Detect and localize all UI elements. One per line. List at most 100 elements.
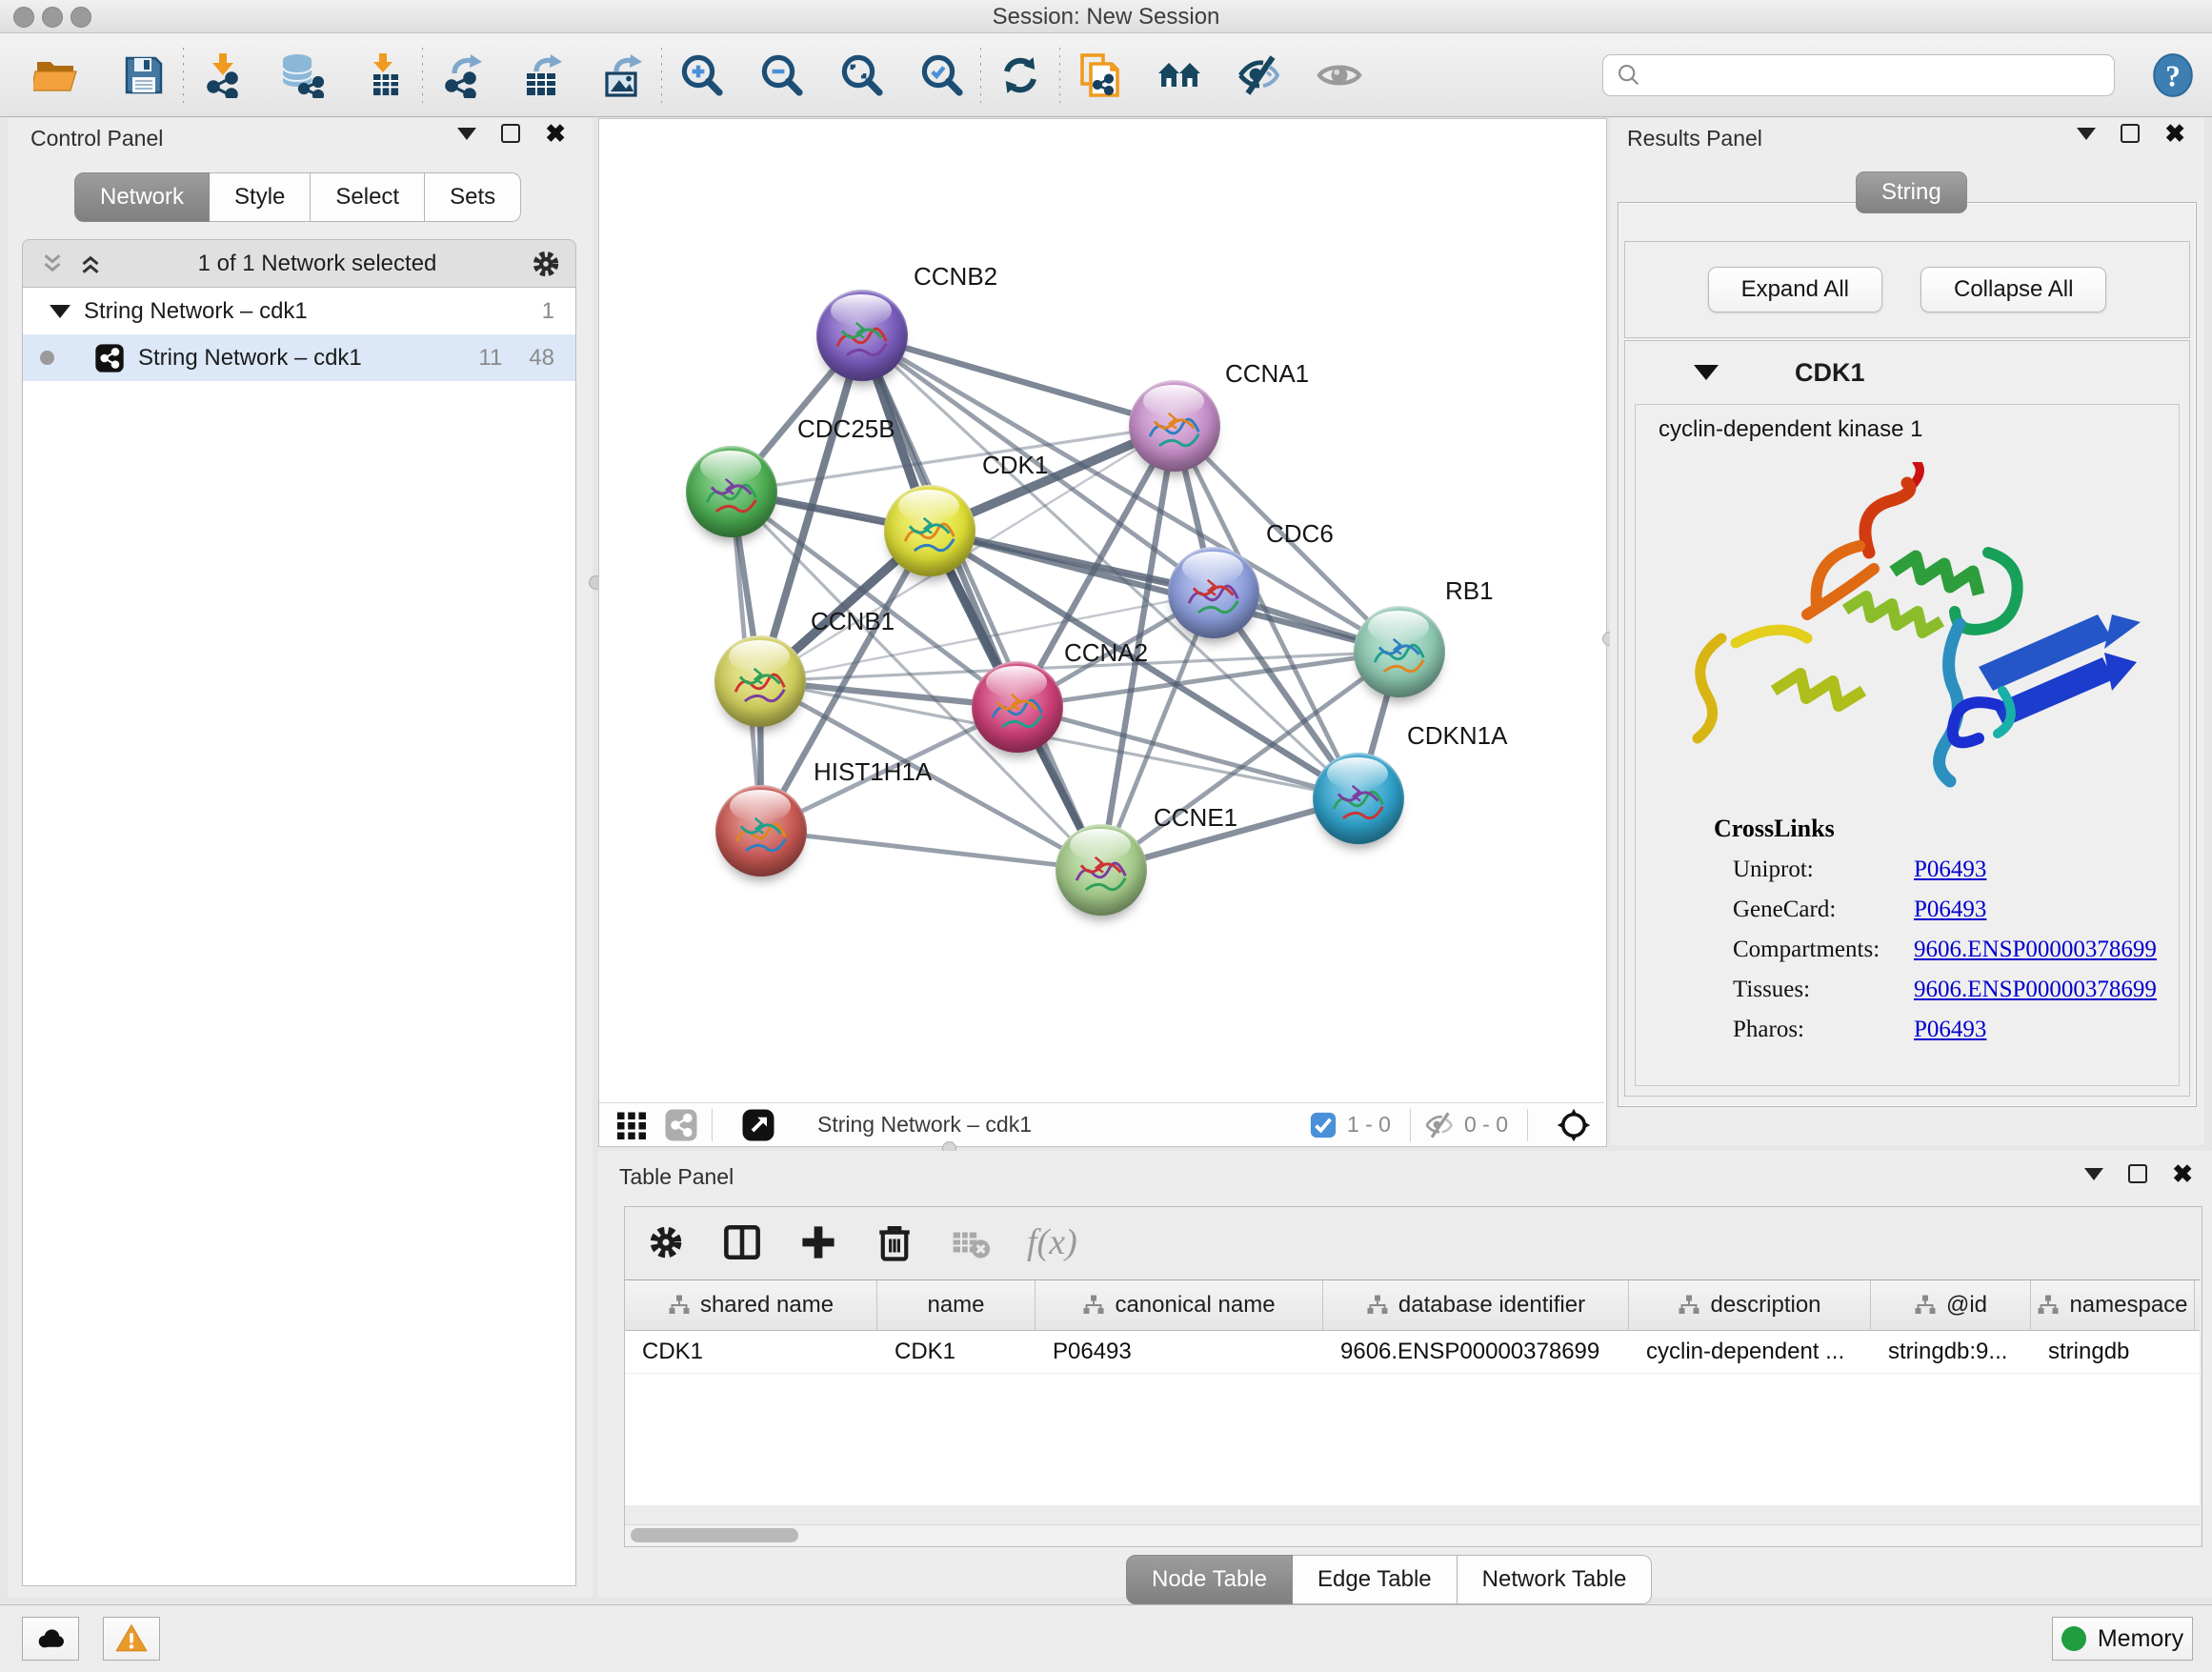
- close-panel-icon[interactable]: ✖: [2164, 126, 2185, 141]
- import-network-from-database-button[interactable]: [275, 48, 331, 103]
- crosslink-link[interactable]: 9606.ENSP00000378699: [1914, 937, 2157, 963]
- open-session-button[interactable]: [29, 48, 84, 103]
- network-node-CDKN1A[interactable]: [1313, 753, 1404, 844]
- tab-sets[interactable]: Sets: [425, 172, 521, 222]
- zoom-fit-content-button[interactable]: [834, 48, 889, 103]
- show-all-button[interactable]: [1312, 48, 1367, 103]
- function-builder-icon[interactable]: f(x): [1027, 1221, 1077, 1263]
- tab-network[interactable]: Network: [74, 172, 210, 222]
- delete-column-icon[interactable]: [875, 1222, 915, 1262]
- zoom-out-button[interactable]: [754, 48, 809, 103]
- tab-network-table[interactable]: Network Table: [1458, 1555, 1653, 1604]
- network-node-CCNB2[interactable]: [816, 290, 908, 381]
- add-column-icon[interactable]: [798, 1222, 838, 1262]
- column-header-namespace[interactable]: namespace: [2031, 1280, 2195, 1330]
- crosslink-link[interactable]: 9606.ENSP00000378699: [1914, 977, 2157, 1003]
- tab-select[interactable]: Select: [311, 172, 425, 222]
- expand-all-button[interactable]: Expand All: [1708, 267, 1882, 312]
- table-row[interactable]: CDK1CDK1P064939606.ENSP00000378699cyclin…: [625, 1331, 2200, 1374]
- collapse-all-button[interactable]: Collapse All: [1920, 267, 2106, 312]
- memory-status-button[interactable]: Memory: [2052, 1617, 2193, 1661]
- tab-style[interactable]: Style: [210, 172, 311, 222]
- network-node-CCNE1[interactable]: [1056, 824, 1147, 916]
- section-collapse-caret-icon[interactable]: [1694, 365, 1719, 380]
- table-cell[interactable]: P06493: [1036, 1331, 1323, 1373]
- close-panel-icon[interactable]: ✖: [545, 126, 566, 141]
- collapse-panel-icon[interactable]: [2077, 128, 2096, 140]
- crosslink-link[interactable]: P06493: [1914, 896, 1986, 923]
- export-network-button[interactable]: [434, 48, 490, 103]
- birdseye-navigator-icon[interactable]: [1557, 1108, 1591, 1142]
- column-header-at-id[interactable]: @id: [1871, 1280, 2031, 1330]
- hide-selected-button[interactable]: [1232, 48, 1287, 103]
- share-network-icon[interactable]: [664, 1108, 698, 1142]
- network-node-RB1[interactable]: [1354, 606, 1445, 697]
- tree-expand-caret-icon[interactable]: [50, 305, 70, 318]
- first-neighbors-button[interactable]: [1152, 48, 1207, 103]
- table-cell[interactable]: cyclin-dependent ...: [1629, 1331, 1871, 1373]
- show-column-panel-icon[interactable]: [722, 1222, 762, 1262]
- save-session-button[interactable]: [116, 48, 171, 103]
- network-node-HIST1H1A[interactable]: [715, 785, 807, 876]
- import-table-from-file-button[interactable]: [355, 48, 411, 103]
- table-horizontal-scrollbar[interactable]: [625, 1524, 2200, 1546]
- selected-checkbox-icon[interactable]: [1309, 1111, 1337, 1139]
- network-list-options-gear-icon[interactable]: [530, 248, 562, 280]
- window-titlebar: Session: New Session: [0, 0, 2212, 33]
- column-header-canonical-name[interactable]: canonical name: [1036, 1280, 1323, 1330]
- refresh-network-view-button[interactable]: [993, 48, 1048, 103]
- network-edge-CCNB2-CCNE1[interactable]: [862, 335, 1101, 870]
- export-image-button[interactable]: [594, 48, 650, 103]
- new-network-from-selection-button[interactable]: [1072, 48, 1127, 103]
- network-node-CCNA1[interactable]: [1129, 380, 1220, 472]
- results-tab-string[interactable]: String: [1856, 171, 1967, 213]
- warnings-button[interactable]: [103, 1617, 160, 1661]
- network-collection-row[interactable]: String Network – cdk1 1: [23, 288, 575, 334]
- grid-view-icon[interactable]: [614, 1108, 649, 1142]
- expand-all-networks-icon[interactable]: [76, 250, 105, 278]
- network-node-CDC25B[interactable]: [686, 446, 777, 537]
- collapse-panel-icon[interactable]: [457, 128, 476, 140]
- tab-edge-table[interactable]: Edge Table: [1293, 1555, 1458, 1604]
- open-in-new-window-icon[interactable]: [741, 1108, 775, 1142]
- network-node-CDC6[interactable]: [1168, 547, 1259, 638]
- scrollbar-thumb[interactable]: [631, 1528, 798, 1542]
- crosslink-link[interactable]: P06493: [1914, 1017, 1986, 1043]
- network-node-CDK1[interactable]: [884, 485, 975, 576]
- export-table-button[interactable]: [514, 48, 570, 103]
- delete-table-icon[interactable]: [951, 1222, 991, 1262]
- table-cell[interactable]: CDK1: [877, 1331, 1036, 1373]
- column-header-database-identifier[interactable]: database identifier: [1323, 1280, 1629, 1330]
- column-header-name[interactable]: name: [877, 1280, 1036, 1330]
- import-network-from-file-button[interactable]: [195, 48, 251, 103]
- table-cell[interactable]: stringdb:9...: [1871, 1331, 2031, 1373]
- float-panel-icon[interactable]: [2128, 1164, 2147, 1183]
- search-input[interactable]: [1602, 54, 2115, 96]
- table-settings-gear-icon[interactable]: [646, 1222, 686, 1262]
- network-canvas[interactable]: CCNB2CCNA1CDC25BCDK1CDC6RB1CCNB1CCNA2CDK…: [599, 119, 1604, 1101]
- node-protein-thumbnail: [1329, 776, 1387, 828]
- help-button[interactable]: ?: [2149, 51, 2197, 99]
- node-protein-thumbnail: [732, 809, 790, 860]
- hidden-eye-icon[interactable]: [1424, 1110, 1455, 1140]
- column-header-shared-name[interactable]: shared name: [625, 1280, 877, 1330]
- network-edge-HIST1H1A-CCNE1[interactable]: [761, 831, 1101, 870]
- column-header-description[interactable]: description: [1629, 1280, 1871, 1330]
- float-panel-icon[interactable]: [501, 124, 520, 143]
- gene-section-header[interactable]: CDK1: [1625, 341, 2189, 404]
- network-node-CCNB1[interactable]: [714, 635, 806, 727]
- collapse-panel-icon[interactable]: [2084, 1168, 2103, 1180]
- close-panel-icon[interactable]: ✖: [2172, 1166, 2193, 1181]
- table-cell[interactable]: stringdb: [2031, 1331, 2195, 1373]
- zoom-selected-region-button[interactable]: [914, 48, 969, 103]
- collapse-all-networks-icon[interactable]: [38, 250, 67, 278]
- table-cell[interactable]: 9606.ENSP00000378699: [1323, 1331, 1629, 1373]
- crosslink-link[interactable]: P06493: [1914, 856, 1986, 883]
- table-cell[interactable]: CDK1: [625, 1331, 877, 1373]
- float-panel-icon[interactable]: [2121, 124, 2140, 143]
- tab-node-table[interactable]: Node Table: [1126, 1555, 1293, 1604]
- network-row-selected[interactable]: String Network – cdk1 11 48: [23, 334, 575, 381]
- cloud-services-button[interactable]: [22, 1617, 79, 1661]
- zoom-in-button[interactable]: [674, 48, 729, 103]
- network-node-CCNA2[interactable]: [972, 661, 1063, 753]
